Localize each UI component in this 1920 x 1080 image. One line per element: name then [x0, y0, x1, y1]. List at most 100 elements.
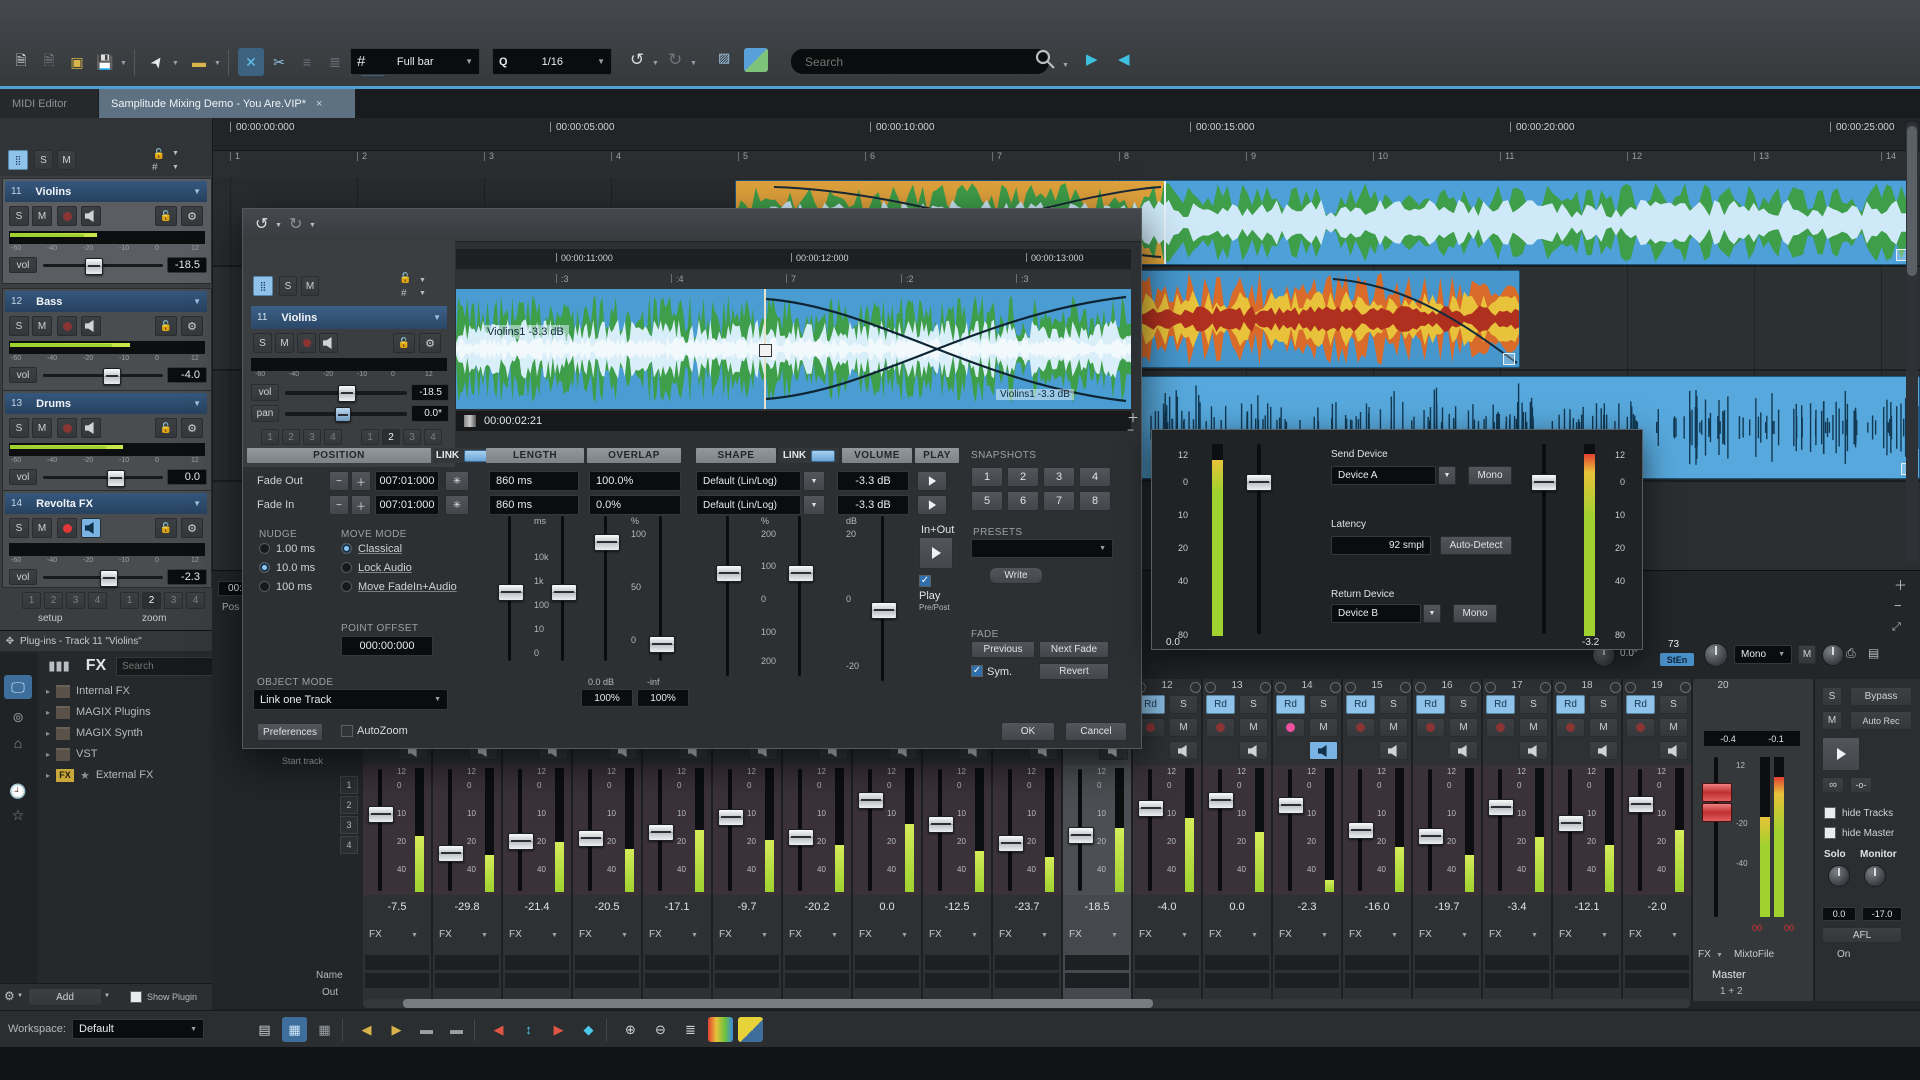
- out-cell[interactable]: [1625, 973, 1689, 988]
- fade-out-volume[interactable]: -3.3 dB: [837, 471, 909, 491]
- ok-button[interactable]: OK: [1001, 722, 1055, 741]
- fx-label[interactable]: FX: [859, 929, 872, 940]
- editor-zoom-button-4[interactable]: 4: [424, 429, 442, 445]
- marker-forward-icon[interactable]: ▶: [1086, 50, 1098, 68]
- name-cell[interactable]: [1415, 955, 1479, 970]
- gear-icon[interactable]: ⚙: [181, 316, 203, 336]
- new-project-icon[interactable]: 🗎: [8, 48, 34, 76]
- monitor-speaker-button[interactable]: [1169, 741, 1198, 760]
- fx-label[interactable]: FX: [1629, 929, 1642, 940]
- record-button[interactable]: [1416, 718, 1445, 737]
- track-header-drums[interactable]: 13Drums▼SM🔓⚙-60-40-20-10012vol0.0: [2, 390, 212, 496]
- send-device-dropdown-arrow[interactable]: ▼: [1438, 466, 1456, 485]
- out-cell[interactable]: [925, 973, 989, 988]
- mute-button[interactable]: M: [1169, 718, 1198, 737]
- record-button[interactable]: [1276, 718, 1305, 737]
- add-plugin-button[interactable]: Add: [28, 988, 102, 1006]
- fader-handle[interactable]: [718, 809, 744, 826]
- fade-out-length[interactable]: 860 ms: [489, 471, 579, 491]
- vol-slider[interactable]: [43, 374, 163, 377]
- snapshot-button-2[interactable]: 2: [1007, 467, 1039, 487]
- lock-icon[interactable]: 🔓: [155, 418, 177, 438]
- zoom-button-4[interactable]: 4: [186, 592, 205, 609]
- lock-icon[interactable]: 🔓: [155, 206, 177, 226]
- monitor-speaker-button[interactable]: [1239, 741, 1268, 760]
- chevron-down-icon[interactable]: ▼: [193, 399, 201, 408]
- out-cell[interactable]: [1135, 973, 1199, 988]
- fader-handle[interactable]: [1348, 822, 1374, 839]
- redo-icon[interactable]: ↻: [289, 214, 302, 234]
- vol-handle[interactable]: [107, 470, 125, 487]
- solo-button[interactable]: S: [9, 316, 29, 336]
- mixer-strip-ch13[interactable]: 13RdSM1201020400.0FX▼: [1203, 679, 1273, 1001]
- mute-button[interactable]: M: [1519, 718, 1548, 737]
- solo-button[interactable]: S: [1659, 695, 1688, 714]
- section-play[interactable]: PLAY: [915, 448, 959, 463]
- cursor-tool-icon[interactable]: ➤: [138, 43, 176, 80]
- editor-solo-all[interactable]: S: [279, 276, 297, 296]
- master-fader-handle[interactable]: [1702, 783, 1732, 802]
- split-tool-icon[interactable]: ✂: [266, 48, 292, 76]
- lock-icon[interactable]: 🔓: [155, 518, 177, 538]
- bypass-button[interactable]: Bypass: [1850, 687, 1912, 706]
- fx-label[interactable]: FX: [1279, 929, 1292, 940]
- track-title-bar[interactable]: 13Drums▼: [5, 393, 207, 414]
- fx-label[interactable]: FX: [719, 929, 732, 940]
- monitor-speaker-button[interactable]: [1379, 741, 1408, 760]
- return-device-dropdown-arrow[interactable]: ▼: [1423, 604, 1441, 623]
- fx-label[interactable]: FX: [929, 929, 942, 940]
- editor-pan-handle[interactable]: [335, 407, 351, 422]
- chevron-down-icon[interactable]: ▼: [120, 60, 127, 67]
- name-cell[interactable]: [1625, 955, 1689, 970]
- vol-slider[interactable]: [43, 264, 163, 267]
- solo-button[interactable]: S: [9, 418, 29, 438]
- section-link-2[interactable]: LINK: [779, 448, 839, 463]
- fx-dropdown-icon[interactable]: ▼: [1251, 932, 1258, 939]
- monitor-knob[interactable]: [1864, 865, 1886, 887]
- fx-label[interactable]: FX: [1209, 929, 1222, 940]
- record-ready-button[interactable]: Rd: [1486, 695, 1515, 714]
- editor-zoom-button-1[interactable]: 1: [361, 429, 379, 445]
- editor-solo-button[interactable]: S: [253, 333, 272, 353]
- editor-bar-ruler[interactable]: :3:47:2:3: [456, 271, 1131, 290]
- editor-speaker-button[interactable]: [319, 333, 338, 353]
- fx-tab[interactable]: FX: [84, 657, 108, 675]
- fader-handle[interactable]: [648, 824, 674, 841]
- hide-tracks-checkbox[interactable]: [1824, 807, 1836, 819]
- mute-button[interactable]: M: [1449, 718, 1478, 737]
- name-cell[interactable]: [925, 955, 989, 970]
- mute-button[interactable]: M: [32, 206, 52, 226]
- editor-slider-handle[interactable]: [788, 565, 814, 582]
- fader-handle[interactable]: [1208, 792, 1234, 809]
- auto-detect-button[interactable]: Auto-Detect: [1440, 536, 1512, 555]
- clock-knob[interactable]: [1704, 643, 1728, 667]
- object-tool-icon[interactable]: ▬: [186, 48, 212, 76]
- zoom-button-2[interactable]: 2: [142, 592, 161, 609]
- fx-dropdown-icon[interactable]: ▼: [1671, 932, 1678, 939]
- grid-mode-dropdown[interactable]: # Full bar ▼: [350, 48, 480, 75]
- out-cell[interactable]: [365, 973, 429, 988]
- mix-on-label[interactable]: On: [1837, 949, 1850, 960]
- auto-rec-button[interactable]: Auto Rec: [1850, 711, 1912, 730]
- solo-button[interactable]: S: [1309, 695, 1338, 714]
- name-cell[interactable]: [435, 955, 499, 970]
- level-left-field[interactable]: 100%: [581, 689, 633, 707]
- favorites-icon[interactable]: ☆: [4, 803, 32, 827]
- link-toggle-2[interactable]: [811, 450, 835, 462]
- expand-arrow-icon[interactable]: ▸: [46, 750, 50, 759]
- record-ready-button[interactable]: Rd: [1346, 695, 1375, 714]
- name-cell[interactable]: [995, 955, 1059, 970]
- mono-m-button[interactable]: M: [1798, 645, 1816, 664]
- close-icon[interactable]: ×: [316, 98, 322, 110]
- name-cell[interactable]: [785, 955, 849, 970]
- vol-handle[interactable]: [85, 258, 103, 275]
- record-button[interactable]: [57, 418, 77, 438]
- mute-button[interactable]: M: [1309, 718, 1338, 737]
- snapshot-button-8[interactable]: 8: [1079, 491, 1111, 511]
- editor-mute-button[interactable]: M: [275, 333, 294, 353]
- fx-dropdown-icon[interactable]: ▼: [761, 932, 768, 939]
- mute-button[interactable]: M: [32, 316, 52, 336]
- fx-dropdown-icon[interactable]: ▼: [831, 932, 838, 939]
- monitor-speaker-button[interactable]: [1449, 741, 1478, 760]
- record-button[interactable]: [1556, 718, 1585, 737]
